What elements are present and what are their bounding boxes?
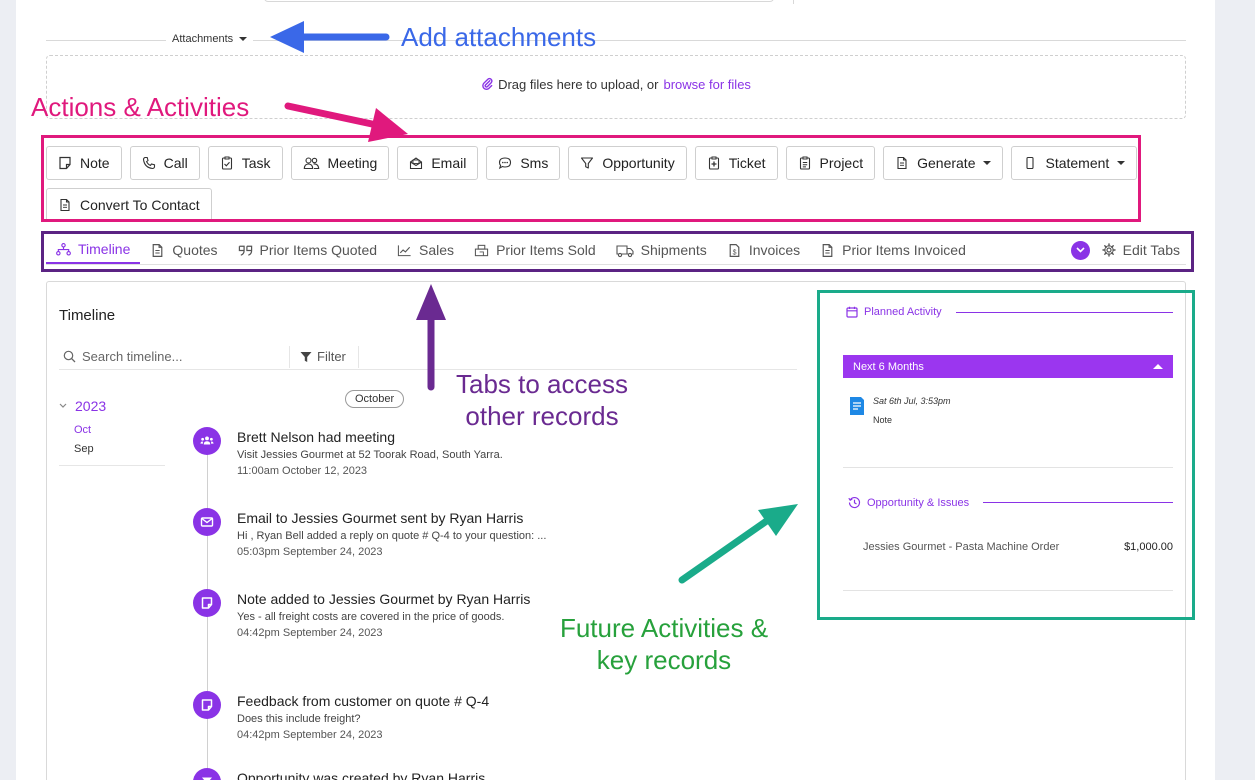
month-oct[interactable]: Oct — [74, 424, 165, 436]
year-label: 2023 — [75, 398, 107, 414]
month-pill: October — [345, 390, 405, 408]
event-detail: Does this include freight? — [237, 713, 361, 725]
annotation-add-attachments: Add attachments — [401, 22, 597, 52]
attachments-toggle[interactable]: Attachments — [166, 33, 254, 45]
search-input[interactable]: Search timeline... — [59, 349, 289, 364]
event-timestamp: 04:42pm September 24, 2023 — [237, 627, 383, 639]
annotation-future-line1: Future Activities & — [559, 613, 769, 643]
filter-label: Filter — [317, 349, 346, 364]
event-detail: Visit Jessies Gourmet at 52 Toorak Road,… — [237, 449, 503, 461]
funnel-icon — [202, 777, 212, 780]
top-input-edge[interactable] — [264, 0, 774, 2]
annotation-tabs-line1: Tabs to access — [456, 369, 628, 399]
event-timestamp: 11:00am October 12, 2023 — [237, 465, 368, 477]
divider — [59, 465, 165, 466]
timeline-title: Timeline — [59, 307, 116, 324]
chevron-down-icon — [59, 403, 67, 408]
annotation-tabs-line2: other records — [465, 401, 619, 431]
filter-button[interactable]: Filter — [289, 345, 359, 368]
search-icon — [63, 350, 76, 363]
search-placeholder: Search timeline... — [82, 349, 183, 364]
event-icon-badge — [193, 589, 221, 617]
note-icon — [201, 699, 213, 711]
event-timestamp: 04:42pm September 24, 2023 — [237, 729, 383, 741]
event-detail: Yes - all freight costs are covered in t… — [237, 611, 505, 623]
users-icon — [200, 436, 214, 445]
caret-down-icon — [239, 37, 248, 41]
event-title: Opportunity was created by Ryan Harris — [237, 770, 486, 780]
event-icon-badge — [193, 427, 221, 455]
actions-highlight-box — [41, 135, 1141, 222]
filter-icon — [300, 351, 312, 362]
year-toggle[interactable]: 2023 — [59, 398, 165, 414]
event-timestamp: 05:03pm September 24, 2023 — [237, 546, 383, 558]
event-icon-badge — [193, 508, 221, 536]
annotation-future-line2: key records — [596, 645, 732, 675]
event-title: Note added to Jessies Gourmet by Ryan Ha… — [237, 591, 531, 607]
note-icon — [201, 597, 213, 609]
annotation-tabs: Tabs to access other records — [450, 368, 634, 432]
dropzone-text: Drag files here to upload, or — [498, 77, 659, 92]
event-detail: Hi , Ryan Bell added a reply on quote # … — [237, 530, 547, 542]
future-activities-highlight-box — [817, 290, 1195, 620]
browse-files-link[interactable]: browse for files — [664, 77, 751, 92]
paperclip-icon — [481, 77, 493, 93]
annotation-future-activities: Future Activities & key records — [546, 612, 782, 676]
annotation-actions-activities: Actions & Activities — [31, 92, 250, 122]
envelope-icon — [200, 517, 214, 527]
timeline-toolbar: Search timeline... Filter — [59, 344, 797, 370]
event-title: Feedback from customer on quote # Q-4 — [237, 693, 490, 709]
tabs-highlight-box — [41, 231, 1194, 272]
attachments-label: Attachments — [172, 33, 234, 45]
event-title: Email to Jessies Gourmet sent by Ryan Ha… — [237, 510, 524, 526]
top-separator — [793, 0, 794, 4]
month-sep[interactable]: Sep — [74, 443, 165, 455]
year-navigator: 2023 Oct Sep — [59, 398, 165, 466]
event-icon-badge — [193, 691, 221, 719]
